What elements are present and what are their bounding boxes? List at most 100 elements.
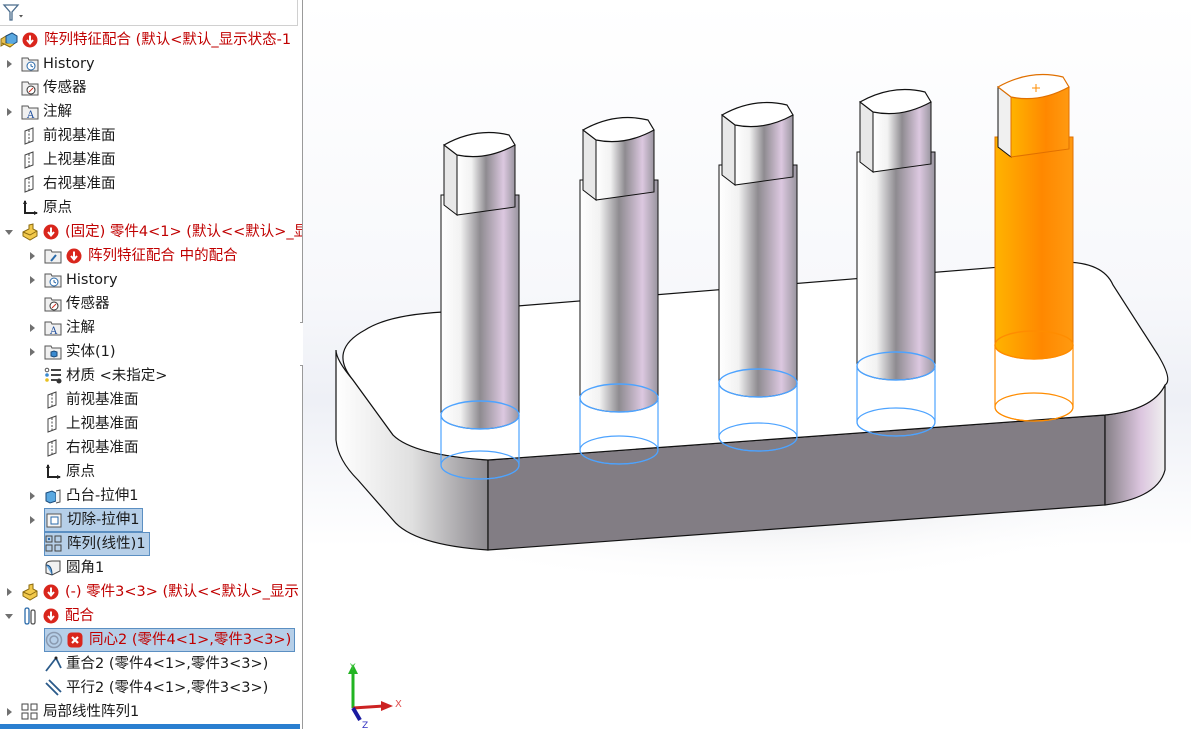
collapse-arrow-icon[interactable]: [5, 220, 15, 244]
tree-item-content[interactable]: 上视基准面: [44, 412, 139, 436]
tree-item-label: History: [43, 56, 95, 72]
tree-item[interactable]: 切除-拉伸1: [28, 508, 144, 532]
boss-extrude-icon: [44, 487, 62, 505]
tree-item-label: (-) 零件3<3> (默认<<默认>_显示: [65, 584, 299, 600]
tree-item[interactable]: (固定) 零件4<1> (默认<<默认>_显: [5, 220, 303, 244]
tree-item-content[interactable]: 重合2 (零件4<1>,零件3<3>): [44, 652, 268, 676]
origin-icon: [44, 463, 62, 481]
tree-item-label: 局部线性阵列1: [43, 704, 140, 720]
tree-item[interactable]: 传感器: [5, 76, 87, 100]
tree-item-content[interactable]: 前视基准面: [44, 388, 139, 412]
collapse-arrow-icon[interactable]: [5, 604, 15, 628]
tree-item[interactable]: 原点: [28, 460, 95, 484]
tree-item-content[interactable]: History: [44, 268, 118, 292]
tree-item[interactable]: 实体(1): [28, 340, 116, 364]
tree-item-content[interactable]: 阵列特征配合 (默认<默认_显示状态-1: [0, 28, 291, 52]
tree-item-content[interactable]: 切除-拉伸1: [44, 508, 144, 532]
tree-item-content[interactable]: 右视基准面: [44, 436, 139, 460]
tree-item-label: 配合: [65, 608, 94, 624]
tree-item-content[interactable]: 阵列(线性)1: [44, 532, 150, 556]
tree-item-content[interactable]: 传感器: [21, 76, 87, 100]
3d-model-scene[interactable]: Y X Z: [303, 0, 1191, 729]
expand-arrow-icon[interactable]: [28, 508, 38, 532]
tree-item[interactable]: 平行2 (零件4<1>,零件3<3>): [28, 676, 268, 700]
horizontal-scrollbar[interactable]: [0, 724, 300, 729]
expand-arrow-icon[interactable]: [28, 340, 38, 364]
expand-arrow-icon[interactable]: [5, 52, 15, 76]
tree-item-content[interactable]: 原点: [21, 196, 72, 220]
tree-item[interactable]: 前视基准面: [5, 124, 116, 148]
tree-item-label: 原点: [66, 464, 95, 480]
tree-item-content[interactable]: A 注解: [44, 316, 95, 340]
tree-item-content[interactable]: 阵列特征配合 中的配合: [44, 244, 238, 268]
tree-item[interactable]: A 注解: [28, 316, 95, 340]
tree-item[interactable]: 传感器: [28, 292, 110, 316]
tree-item-content[interactable]: (-) 零件3<3> (默认<<默认>_显示: [21, 580, 299, 604]
annotation-folder-icon: A: [44, 319, 62, 337]
tree-item-content[interactable]: 传感器: [44, 292, 110, 316]
tree-item-content[interactable]: 凸台-拉伸1: [44, 484, 138, 508]
tree-item-content[interactable]: History: [21, 52, 95, 76]
tree-item-content[interactable]: 圆角1: [44, 556, 104, 580]
tree-item-content[interactable]: A 注解: [21, 100, 72, 124]
expand-arrow-icon[interactable]: [28, 268, 38, 292]
tree-item-label: 圆角1: [66, 560, 105, 576]
tree-item[interactable]: History: [28, 268, 118, 292]
tree-item-content[interactable]: 同心2 (零件4<1>,零件3<3>): [44, 628, 296, 652]
tree-item-label: (固定) 零件4<1> (默认<<默认>_显: [65, 224, 303, 240]
tree-item-content[interactable]: 局部线性阵列1: [21, 700, 139, 724]
tree-item[interactable]: 上视基准面: [28, 412, 139, 436]
tree-item[interactable]: 同心2 (零件4<1>,零件3<3>): [28, 628, 296, 652]
svg-text:A: A: [26, 110, 35, 121]
expand-arrow-icon[interactable]: [28, 316, 38, 340]
tree-item[interactable]: 原点: [5, 196, 72, 220]
tree-item-content[interactable]: 实体(1): [44, 340, 116, 364]
tree-item-content[interactable]: 原点: [44, 460, 95, 484]
tree-item-content[interactable]: 上视基准面: [21, 148, 116, 172]
tree-item-label: 平行2 (零件4<1>,零件3<3>): [66, 680, 269, 696]
tree-item-label: 阵列特征配合 (默认<默认_显示状态-1: [44, 32, 292, 48]
tree-item[interactable]: 圆角1: [28, 556, 104, 580]
tree-item-content[interactable]: 材质 <未指定>: [44, 364, 167, 388]
expand-arrow-icon[interactable]: [5, 580, 15, 604]
tree-item-content[interactable]: 平行2 (零件4<1>,零件3<3>): [44, 676, 268, 700]
cut-extrude-icon: [45, 511, 63, 529]
triad-x-label: X: [395, 699, 402, 710]
error-x-icon: [67, 632, 89, 648]
graphics-viewport[interactable]: Y X Z: [303, 0, 1191, 729]
tree-item[interactable]: 凸台-拉伸1: [28, 484, 138, 508]
tree-item-content[interactable]: (固定) 零件4<1> (默认<<默认>_显: [21, 220, 303, 244]
tree-item[interactable]: 阵列特征配合 (默认<默认_显示状态-1: [0, 28, 291, 52]
tree-item[interactable]: History: [5, 52, 95, 76]
tree-item[interactable]: 材质 <未指定>: [28, 364, 167, 388]
tree-item[interactable]: 局部线性阵列1: [5, 700, 139, 724]
tree-item-label: 前视基准面: [66, 392, 139, 408]
tree-filter-bar: [0, 0, 298, 26]
tree-item-content[interactable]: 右视基准面: [21, 172, 116, 196]
tree-item[interactable]: 右视基准面: [28, 436, 139, 460]
tree-item[interactable]: 上视基准面: [5, 148, 116, 172]
tree-item-content[interactable]: 前视基准面: [21, 124, 116, 148]
tree-item[interactable]: (-) 零件3<3> (默认<<默认>_显示: [5, 580, 299, 604]
expand-arrow-icon[interactable]: [28, 484, 38, 508]
tree-item[interactable]: A 注解: [5, 100, 72, 124]
expand-arrow-icon[interactable]: [28, 244, 38, 268]
history-folder-icon: [44, 271, 62, 289]
tree-item[interactable]: 阵列特征配合 中的配合: [28, 244, 238, 268]
tree-item[interactable]: 右视基准面: [5, 172, 116, 196]
tree-item[interactable]: 配合: [5, 604, 94, 628]
sensor-folder-icon: [21, 79, 39, 97]
tree-item[interactable]: 阵列(线性)1: [28, 532, 150, 556]
expand-arrow-icon[interactable]: [5, 700, 15, 724]
filter-icon[interactable]: [2, 3, 26, 23]
expand-arrow-icon[interactable]: [5, 100, 15, 124]
tree-item[interactable]: 重合2 (零件4<1>,零件3<3>): [28, 652, 268, 676]
tree-item-content[interactable]: 配合: [21, 604, 94, 628]
tree-item[interactable]: 前视基准面: [28, 388, 139, 412]
annotation-folder-icon: A: [21, 103, 39, 121]
